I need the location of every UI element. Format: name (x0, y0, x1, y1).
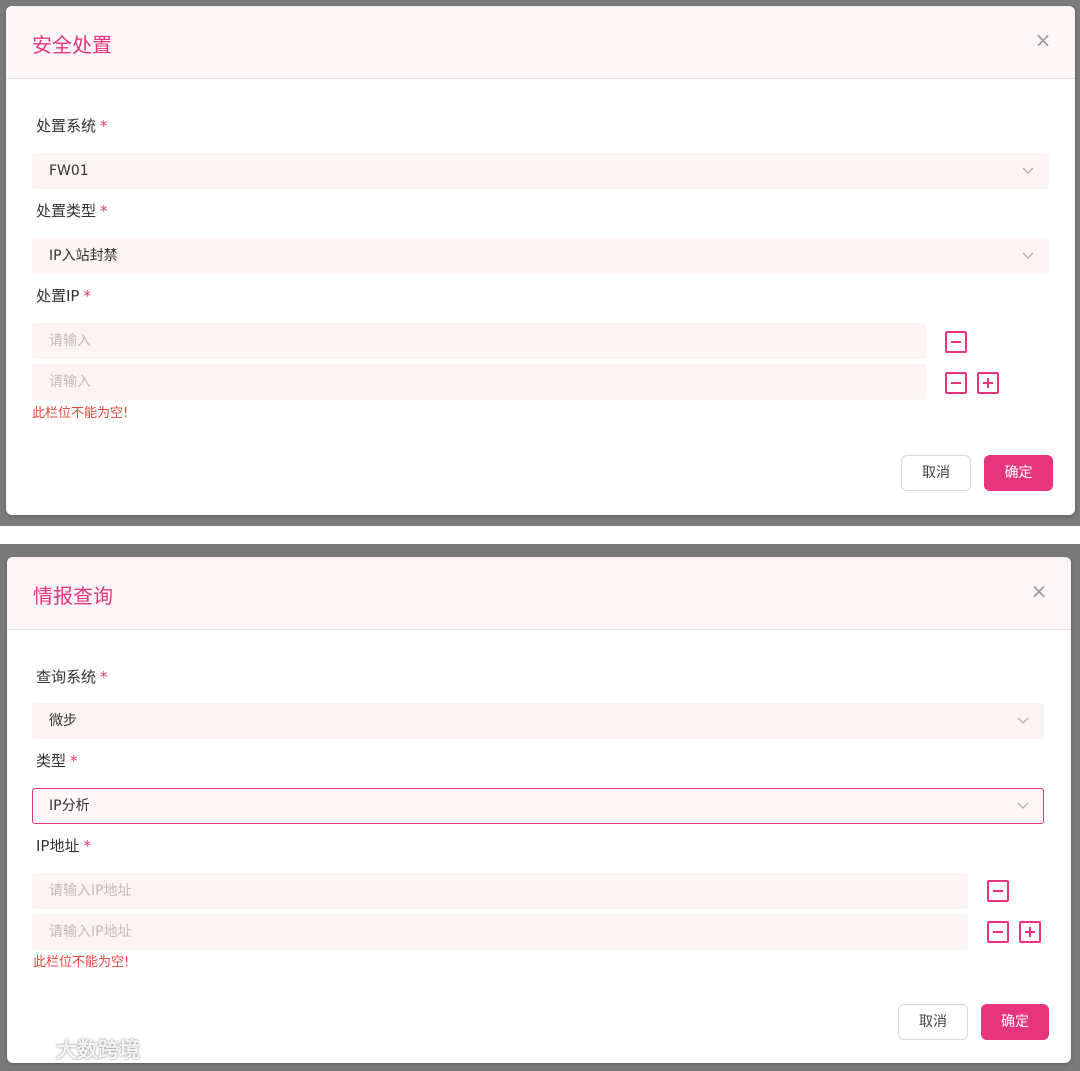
remove-ip-button[interactable] (945, 372, 967, 394)
remove-ip-button[interactable] (987, 880, 1009, 902)
ip-input-2[interactable] (32, 364, 926, 400)
type-label-text: 处置类型 (36, 202, 97, 220)
system-label-text: 查询系统 (36, 668, 97, 686)
system-field-label: 处置系统 * (36, 116, 108, 136)
system-select-value: 微步 (49, 713, 77, 729)
system-label-text: 处置系统 (36, 117, 97, 135)
close-icon[interactable]: × (1029, 581, 1049, 601)
confirm-button[interactable]: 确定 (984, 455, 1053, 491)
close-icon[interactable]: × (1033, 30, 1053, 50)
ip-field-label: 处置IP * (36, 286, 91, 306)
minus-icon (951, 382, 961, 384)
type-field-label: 处置类型 * (36, 201, 108, 221)
cancel-button[interactable]: 取消 (901, 455, 971, 491)
type-select[interactable]: IP分析 (32, 788, 1044, 824)
required-mark: * (70, 752, 78, 770)
add-ip-button[interactable] (1019, 921, 1041, 943)
dialog-header: 安全处置 × (6, 6, 1075, 79)
watermark-logo-icon (7, 1040, 45, 1058)
dialog-title: 情报查询 (33, 584, 113, 608)
cancel-button[interactable]: 取消 (898, 1004, 968, 1040)
system-select[interactable]: 微步 (32, 703, 1044, 739)
required-mark: * (100, 668, 108, 686)
ip-label-text: 处置IP (36, 287, 80, 305)
ip-label-text: IP地址 (36, 837, 80, 855)
system-field-label: 查询系统 * (36, 667, 108, 687)
required-mark: * (83, 837, 91, 855)
intel-query-dialog: 情报查询 × 查询系统* 微步 类型* IP分析 IP地址* 此栏位不能为空! … (7, 557, 1071, 1063)
plus-icon-v (1029, 927, 1031, 937)
type-select[interactable]: IP入站封禁 (32, 238, 1049, 274)
validation-error: 此栏位不能为空! (33, 955, 130, 970)
required-mark: * (83, 287, 91, 305)
plus-icon-v (987, 378, 989, 388)
minus-icon (993, 890, 1003, 892)
required-mark: * (100, 202, 108, 220)
type-field-label: 类型 * (36, 751, 78, 771)
watermark-text: 大数跨境 (56, 1038, 140, 1062)
chevron-down-icon (1017, 717, 1029, 724)
chevron-down-icon (1022, 252, 1034, 259)
security-disposal-dialog: 安全处置 × 处置系统* FW01 处置类型* IP入站封禁 处置IP* 此栏位… (6, 6, 1075, 515)
add-ip-button[interactable] (977, 372, 999, 394)
system-select-value: FW01 (49, 163, 89, 179)
remove-ip-button[interactable] (987, 921, 1009, 943)
type-select-value: IP分析 (49, 798, 90, 814)
system-select[interactable]: FW01 (32, 153, 1049, 189)
ip-field-label: IP地址 * (36, 836, 91, 856)
watermark: 大数跨境 (6, 1034, 140, 1064)
chevron-down-icon (1017, 802, 1029, 809)
chevron-down-icon (1022, 167, 1034, 174)
dialog-title: 安全处置 (32, 33, 112, 57)
type-label-text: 类型 (36, 752, 67, 770)
ip-input-2[interactable] (32, 914, 968, 950)
minus-icon (993, 931, 1003, 933)
ip-input-1[interactable] (32, 323, 926, 359)
confirm-button[interactable]: 确定 (981, 1004, 1049, 1040)
minus-icon (951, 341, 961, 343)
required-mark: * (100, 117, 108, 135)
dialog-header: 情报查询 × (7, 557, 1071, 630)
validation-error: 此栏位不能为空! (32, 406, 129, 421)
remove-ip-button[interactable] (945, 331, 967, 353)
ip-input-1[interactable] (32, 873, 968, 909)
type-select-value: IP入站封禁 (49, 248, 118, 264)
